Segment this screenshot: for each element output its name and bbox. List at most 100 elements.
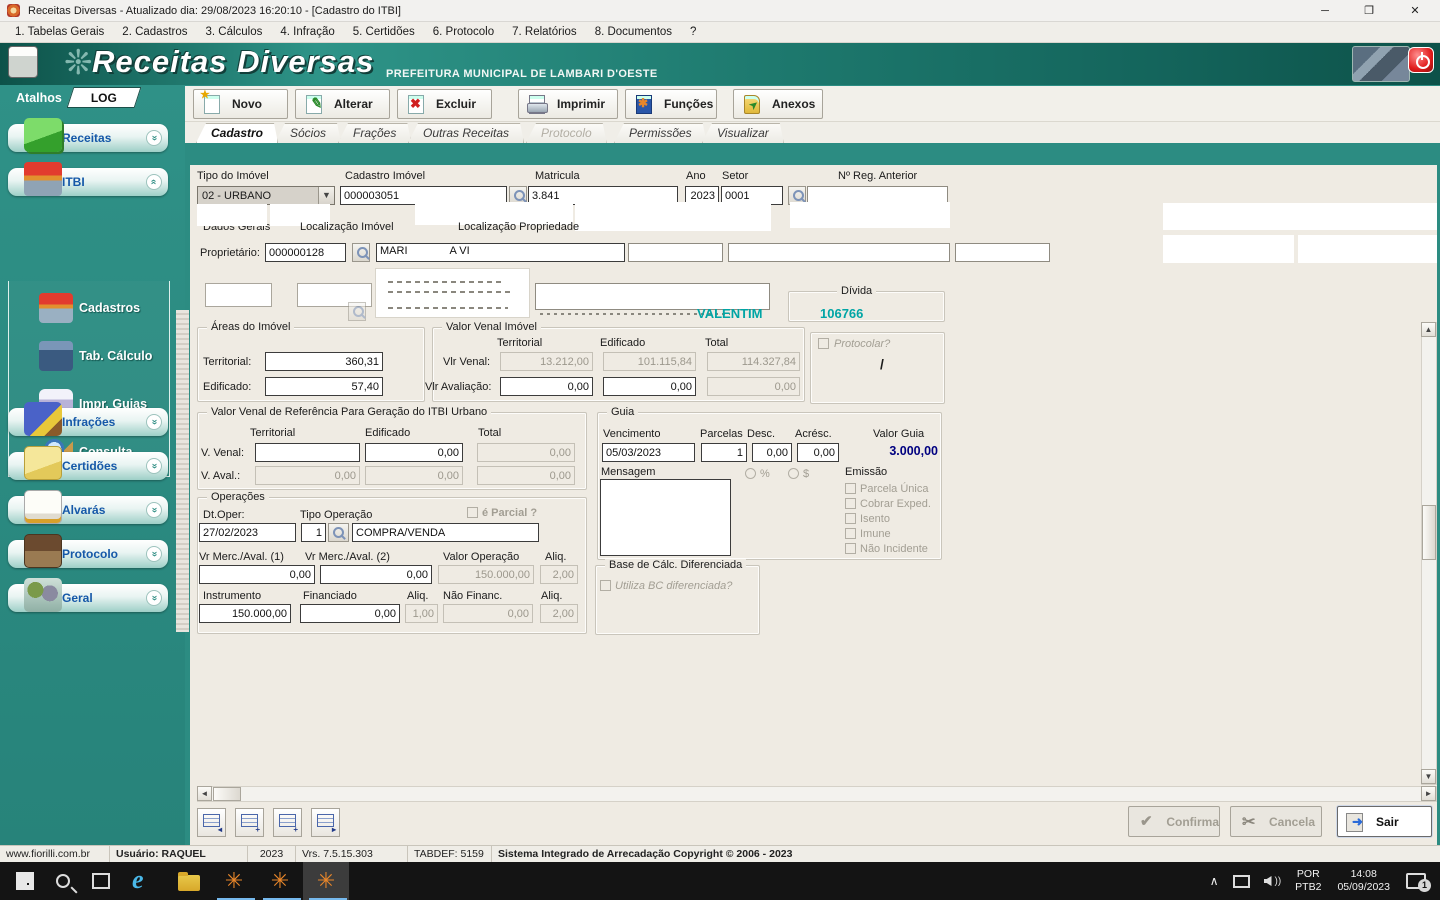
chevron-down-icon[interactable]: » — [146, 458, 162, 474]
chevron-down-icon[interactable]: » — [146, 546, 162, 562]
scroll-up-button[interactable]: ▲ — [1421, 322, 1436, 337]
sidebar-group-protocolo[interactable]: Protocolo » — [8, 534, 168, 568]
area-territorial-input[interactable] — [265, 352, 383, 371]
internet-explorer-icon[interactable]: e — [132, 867, 156, 893]
menu-documentos[interactable]: 8. Documentos — [586, 23, 681, 41]
tab-visualizar[interactable]: Visualizar — [702, 123, 784, 143]
anexos-button[interactable]: Anexos — [733, 89, 823, 119]
scroll-down-button[interactable]: ▼ — [1421, 769, 1436, 784]
minimize-button[interactable]: ─ — [1304, 0, 1346, 22]
proprietario-extra2-input[interactable] — [728, 243, 950, 262]
area-edificado-input[interactable] — [265, 377, 383, 396]
vr-merc2-input[interactable] — [320, 565, 432, 584]
proprietario-extra-input[interactable] — [628, 243, 723, 262]
sidebar-group-geral[interactable]: Geral » — [8, 578, 168, 612]
start-button-icon[interactable] — [16, 872, 34, 890]
tab-permissoes[interactable]: Permissões — [614, 123, 707, 143]
menu-calculos[interactable]: 3. Cálculos — [197, 23, 272, 41]
record-first-button[interactable]: ◂ — [197, 808, 226, 837]
maximize-button[interactable]: ❐ — [1348, 0, 1390, 22]
proprietario-search-icon[interactable] — [352, 243, 370, 262]
ref-venal-edificado[interactable] — [365, 443, 463, 462]
financiado-input[interactable] — [300, 604, 400, 623]
mensagem-textarea[interactable] — [600, 479, 731, 556]
sidebar-item-tab-calculo[interactable]: Tab. Cálculo — [9, 335, 169, 379]
horizontal-scroll-thumb[interactable] — [213, 787, 241, 801]
novo-button[interactable]: Novo — [193, 88, 288, 119]
tipo-operacao-num-input[interactable] — [301, 523, 326, 542]
chevron-down-icon[interactable]: » — [146, 590, 162, 606]
alterar-button[interactable]: Alterar — [295, 89, 390, 119]
chevron-down-icon[interactable]: » — [146, 414, 162, 430]
sair-button[interactable]: Sair — [1337, 806, 1432, 837]
sidebar-group-receitas[interactable]: Receitas » — [8, 118, 168, 152]
ref-venal-territorial[interactable] — [255, 443, 360, 462]
instrumento-input[interactable] — [199, 604, 291, 623]
menu-relatorios[interactable]: 7. Relatórios — [503, 23, 586, 41]
vlr-avaliacao-edificado[interactable] — [603, 377, 696, 396]
vertical-scroll-thumb[interactable] — [1422, 505, 1436, 560]
proprietario-nome-input[interactable]: MARI A VI — [376, 243, 625, 262]
excluir-button[interactable]: Excluir — [397, 89, 492, 119]
tipo-operacao-desc-input[interactable] — [352, 523, 539, 542]
chevron-up-icon[interactable]: » — [146, 174, 162, 190]
menu-protocolo[interactable]: 6. Protocolo — [424, 23, 503, 41]
network-icon[interactable] — [1232, 874, 1250, 888]
scroll-right-button[interactable]: ► — [1421, 786, 1436, 801]
menu-certidoes[interactable]: 5. Certidões — [344, 23, 424, 41]
subtab-localizacao-imovel[interactable]: Localização Imóvel — [300, 221, 394, 233]
volume-icon[interactable] — [1263, 876, 1272, 886]
record-prev-button[interactable]: + — [235, 808, 264, 837]
tray-expand-icon[interactable]: ∧ — [1210, 874, 1219, 888]
tipo-imovel-select[interactable]: 02 - URBANO ▼ — [197, 186, 335, 205]
sidebar-log-tab[interactable]: LOG — [66, 87, 142, 108]
menu-tabelas-gerais[interactable]: 1. Tabelas Gerais — [6, 23, 113, 41]
sidebar-group-infracoes[interactable]: Infrações » — [8, 402, 168, 436]
chevron-down-icon[interactable]: » — [146, 130, 162, 146]
fiorilli-app-slot-1[interactable]: ✳ — [211, 862, 257, 900]
sidebar-group-alvaras[interactable]: Alvarás » — [8, 490, 168, 524]
menu-infracao[interactable]: 4. Infração — [271, 23, 343, 41]
horizontal-scrollbar[interactable] — [197, 786, 1437, 802]
power-button[interactable] — [1408, 47, 1434, 73]
tab-outras-receitas[interactable]: Outras Receitas — [408, 123, 524, 143]
sidebar-item-cadastros[interactable]: Cadastros — [9, 287, 169, 331]
parcelas-input[interactable] — [701, 443, 747, 462]
proprietario-codigo-input[interactable] — [265, 243, 346, 262]
fiorilli-app-slot-2[interactable]: ✳ — [257, 862, 303, 900]
calculator-icon[interactable] — [8, 46, 38, 78]
dt-oper-input[interactable] — [199, 523, 296, 542]
language-indicator[interactable]: POR PTB2 — [1295, 868, 1321, 894]
taskbar-search-icon[interactable] — [56, 874, 70, 888]
vlr-avaliacao-territorial[interactable] — [500, 377, 593, 396]
fiorilli-app-slot-3[interactable]: ✳ — [303, 862, 349, 900]
chevron-down-icon[interactable]: » — [146, 502, 162, 518]
funcoes-button[interactable]: Funções — [625, 89, 717, 119]
subtab-localizacao-propriedade[interactable]: Localização Propriedade — [458, 221, 579, 233]
desc-input[interactable] — [752, 443, 792, 462]
tab-socios[interactable]: Sócios — [275, 123, 341, 143]
file-explorer-slot[interactable] — [167, 862, 211, 900]
task-view-icon[interactable] — [92, 873, 110, 889]
tab-cadastro[interactable]: Cadastro — [196, 123, 278, 143]
notification-center-icon[interactable]: 1 — [1406, 873, 1431, 892]
proprietario-extra3-input[interactable] — [955, 243, 1050, 262]
scroll-left-button[interactable]: ◄ — [197, 786, 212, 801]
vencimento-input[interactable] — [602, 443, 695, 462]
acresc-input[interactable] — [797, 443, 839, 462]
clock[interactable]: 14:08 05/09/2023 — [1337, 868, 1390, 894]
sidebar-group-itbi[interactable]: ITBI » — [8, 162, 168, 196]
sidebar-group-certidoes[interactable]: Certidões » — [8, 446, 168, 480]
tab-fracoes[interactable]: Frações — [338, 123, 411, 143]
record-next-button[interactable]: + — [273, 808, 302, 837]
tipo-operacao-search-icon[interactable] — [328, 523, 349, 542]
vr-merc1-input[interactable] — [199, 565, 315, 584]
chevron-down-icon[interactable]: ▼ — [318, 187, 334, 204]
close-button[interactable]: ✕ — [1394, 0, 1436, 22]
imprimir-button[interactable]: Imprimir — [518, 89, 618, 119]
imune-label: Imune — [860, 528, 891, 540]
menu-cadastros[interactable]: 2. Cadastros — [113, 23, 196, 41]
record-last-button[interactable]: ▸ — [311, 808, 340, 837]
menu-help[interactable]: ? — [681, 23, 705, 41]
sidebar-scrollbar[interactable] — [176, 310, 189, 632]
